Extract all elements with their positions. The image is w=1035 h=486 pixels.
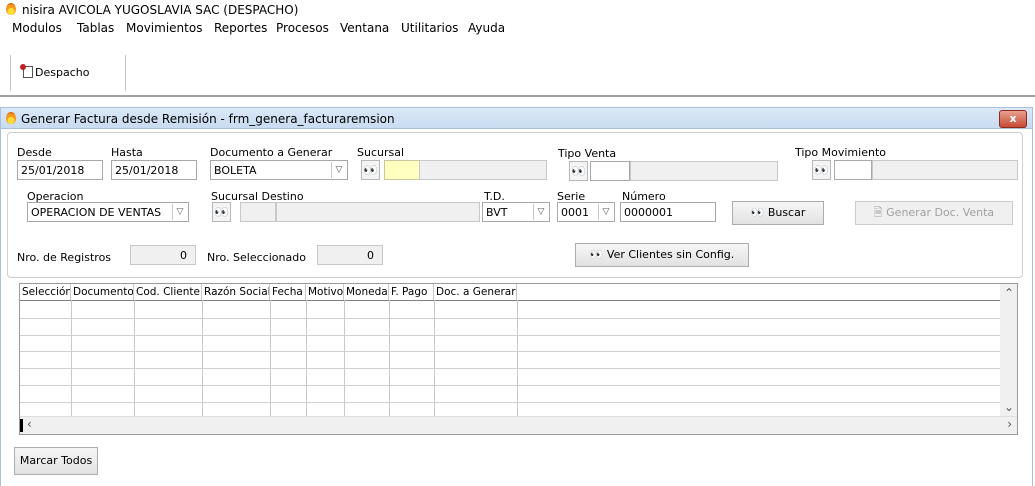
generar-doc-venta-button[interactable]: 🗎 Generar Doc. Venta	[855, 201, 1013, 225]
flame-icon	[6, 3, 16, 15]
binoculars-icon[interactable]: 👀	[212, 202, 231, 222]
serie-select[interactable]: 0001 ▽	[557, 202, 615, 222]
tipo-movimiento-name-field	[872, 160, 1018, 180]
documento-value: BOLETA	[214, 164, 257, 177]
sucursal-code-field[interactable]	[384, 160, 420, 180]
binoculars-icon[interactable]: 👀	[361, 160, 380, 180]
operacion-select[interactable]: OPERACION DE VENTAS ▽	[27, 202, 189, 222]
app-title-bar: nisira AVICOLA YUGOSLAVIA SAC (DESPACHO)	[0, 0, 1035, 18]
chevron-down-icon[interactable]: ▽	[533, 204, 548, 220]
binoculars-icon: 👀	[589, 248, 604, 261]
ver-clientes-button[interactable]: 👀 Ver Clientes sin Config.	[575, 243, 749, 267]
scroll-left-icon[interactable]: ‹	[27, 417, 32, 431]
grid-row-line	[20, 402, 1000, 403]
column-header[interactable]: Documento	[71, 284, 134, 300]
grid-row-line	[20, 368, 1000, 369]
menu-movimientos[interactable]: Movimientos	[126, 21, 202, 35]
document-icon: 🗎	[873, 206, 883, 219]
sucursal-name-field	[419, 160, 547, 180]
column-header[interactable]: Fecha	[270, 284, 306, 300]
binoculars-icon[interactable]: 👀	[569, 161, 588, 181]
sucursal-destino-name-field	[276, 202, 480, 222]
column-header[interactable]: F. Pago	[389, 284, 434, 300]
hasta-date-field[interactable]: 25/01/2018	[111, 160, 197, 180]
serie-value: 0001	[561, 206, 589, 219]
desde-date-field[interactable]: 25/01/2018	[17, 160, 103, 180]
grid-row-line	[20, 385, 1000, 386]
scroll-right-icon[interactable]: ›	[1007, 417, 1012, 431]
binoculars-icon[interactable]: 👀	[812, 160, 831, 180]
chevron-down-icon[interactable]: ▽	[331, 162, 346, 178]
tipo-movimiento-code-field[interactable]	[834, 160, 872, 180]
tipo-venta-code-field[interactable]	[590, 161, 630, 181]
tipo-venta-name-field	[630, 161, 778, 181]
grid-row-line	[20, 351, 1000, 352]
document-icon	[20, 64, 33, 78]
app-title: nisira AVICOLA YUGOSLAVIA SAC (DESPACHO)	[22, 3, 299, 17]
column-header[interactable]: Doc. a Generar	[434, 284, 517, 300]
nro-seleccionado-value: 0	[317, 245, 383, 265]
menu-ventana[interactable]: Ventana	[340, 21, 389, 35]
menu-bar: Modulos Tablas Movimientos Reportes Proc…	[0, 18, 1035, 36]
column-header[interactable]: Razón Social	[202, 284, 270, 300]
binoculars-icon: 👀	[750, 206, 765, 219]
menu-procesos[interactable]: Procesos	[276, 21, 329, 35]
form-window-title: Generar Factura desde Remisión - frm_gen…	[21, 112, 395, 126]
numero-field[interactable]: 0000001	[620, 202, 716, 222]
vertical-scrollbar[interactable]: ⌃ ⌄	[1000, 284, 1017, 418]
sucursal-label: Sucursal	[357, 146, 405, 159]
scroll-thumb[interactable]	[20, 419, 23, 432]
form-window-title-bar: Generar Factura desde Remisión - frm_gen…	[0, 107, 1033, 129]
column-header[interactable]: Selección	[20, 284, 71, 300]
horizontal-scrollbar[interactable]: ‹ ›	[20, 416, 1017, 434]
column-header[interactable]: Cod. Cliente	[134, 284, 202, 300]
menu-modulos[interactable]: Modulos	[12, 21, 62, 35]
generar-doc-venta-label: Generar Doc. Venta	[886, 206, 995, 219]
buscar-label: Buscar	[767, 206, 806, 219]
column-header[interactable]: Moneda	[344, 284, 389, 300]
grid-header: Selección Documento Cod. Cliente Razón S…	[20, 284, 1000, 301]
menu-ayuda[interactable]: Ayuda	[468, 21, 505, 35]
tipo-venta-label: Tipo Venta	[558, 147, 617, 160]
nro-registros-label: Nro. de Registros	[17, 251, 112, 264]
scroll-down-icon[interactable]: ⌄	[1004, 400, 1014, 414]
td-value: BVT	[486, 206, 508, 219]
scroll-up-icon[interactable]: ⌃	[1004, 286, 1014, 300]
despacho-label: Despacho	[35, 66, 90, 79]
documento-select[interactable]: BOLETA ▽	[210, 160, 348, 180]
td-select[interactable]: BVT ▽	[482, 202, 550, 222]
chevron-down-icon[interactable]: ▽	[598, 204, 613, 220]
column-header[interactable]: Motivo	[306, 284, 344, 300]
documento-label: Documento a Generar	[210, 146, 333, 159]
sucursal-destino-code-field[interactable]	[240, 202, 276, 222]
menu-utilitarios[interactable]: Utilitarios	[401, 21, 458, 35]
nro-seleccionado-label: Nro. Seleccionado	[207, 251, 306, 264]
desde-label: Desde	[17, 146, 52, 159]
menu-reportes[interactable]: Reportes	[214, 21, 267, 35]
grid-row-line	[20, 318, 1000, 319]
grid-row-line	[20, 335, 1000, 336]
nro-registros-value: 0	[130, 245, 196, 265]
remision-grid[interactable]: Selección Documento Cod. Cliente Razón S…	[19, 283, 1018, 435]
despacho-button[interactable]: Despacho	[10, 55, 126, 91]
chevron-down-icon[interactable]: ▽	[172, 204, 187, 220]
ver-clientes-label: Ver Clientes sin Config.	[606, 248, 735, 261]
close-button[interactable]: x	[999, 110, 1027, 128]
operacion-value: OPERACION DE VENTAS	[31, 206, 162, 219]
toolbar: Despacho	[0, 55, 1035, 97]
tipo-movimiento-label: Tipo Movimiento	[795, 146, 886, 159]
hasta-label: Hasta	[111, 146, 143, 159]
buscar-button[interactable]: 👀 Buscar	[732, 201, 824, 225]
flame-icon	[6, 112, 16, 124]
marcar-todos-button[interactable]: Marcar Todos	[14, 447, 98, 475]
menu-tablas[interactable]: Tablas	[77, 21, 114, 35]
